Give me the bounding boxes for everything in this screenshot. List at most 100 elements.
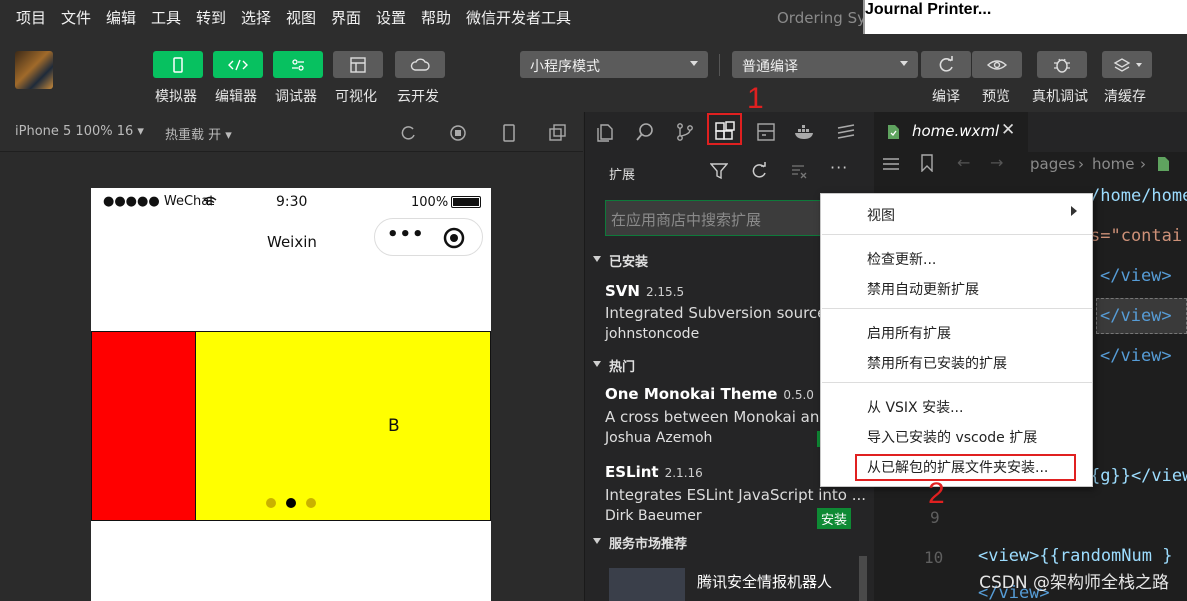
menu-settings[interactable]: 设置 bbox=[376, 7, 406, 28]
refresh-icon[interactable] bbox=[399, 124, 417, 142]
extension-author: Dirk Baeumer bbox=[605, 508, 702, 524]
ctx-disable-auto-update[interactable]: 禁用自动更新扩展 bbox=[867, 279, 979, 299]
menu-project[interactable]: 项目 bbox=[16, 7, 46, 28]
swiper-dot[interactable] bbox=[266, 498, 276, 508]
debugger-toggle-button[interactable] bbox=[273, 51, 323, 78]
extension-name[interactable]: One Monokai Theme 0.5.0 bbox=[605, 385, 814, 403]
filter-icon[interactable] bbox=[710, 162, 728, 180]
window-title: Ordering Sy bbox=[777, 9, 866, 27]
cloud-dev-label: 云开发 bbox=[397, 89, 439, 105]
storage-icon[interactable] bbox=[756, 122, 776, 142]
extension-name-text: SVN bbox=[605, 282, 640, 300]
compile-select-value: 普通编译 bbox=[742, 59, 798, 75]
ctx-enable-all[interactable]: 启用所有扩展 bbox=[867, 323, 951, 343]
ctx-disable-all-installed[interactable]: 禁用所有已安装的扩展 bbox=[867, 353, 1007, 373]
back-icon[interactable]: ← bbox=[957, 153, 970, 172]
code-line: s="contai bbox=[1090, 226, 1183, 246]
visual-label: 可视化 bbox=[335, 89, 377, 105]
clear-cache-button[interactable] bbox=[1102, 51, 1152, 78]
swiper-slide-label: B bbox=[388, 416, 400, 436]
source-control-icon[interactable] bbox=[675, 122, 695, 142]
sliders-icon bbox=[292, 58, 304, 71]
install-button[interactable]: 安装 bbox=[817, 508, 852, 529]
forward-icon[interactable]: → bbox=[990, 153, 1003, 172]
panel-scrollbar[interactable] bbox=[859, 556, 867, 601]
breadcrumb-item[interactable]: home bbox=[1092, 155, 1135, 173]
remote-debug-button[interactable] bbox=[1037, 51, 1087, 78]
menu-view[interactable]: 视图 bbox=[286, 7, 316, 28]
code-line: {g}}</view bbox=[1090, 466, 1187, 486]
avatar[interactable] bbox=[15, 51, 53, 89]
mode-select[interactable]: 小程序模式 bbox=[520, 51, 708, 78]
popout-icon[interactable] bbox=[549, 124, 567, 142]
swiper-dot-active[interactable] bbox=[286, 498, 296, 508]
bookmark-icon[interactable] bbox=[920, 154, 934, 172]
cloud-dev-button[interactable] bbox=[395, 51, 445, 78]
status-carrier: ●●●●● WeChat bbox=[103, 194, 215, 209]
menu-goto[interactable]: 转到 bbox=[196, 7, 226, 28]
chevron-right-icon: › bbox=[1078, 155, 1084, 173]
compile-select[interactable]: 普通编译 bbox=[732, 51, 918, 78]
simulator-toggle-button[interactable] bbox=[153, 51, 203, 78]
compile-button[interactable] bbox=[921, 51, 971, 78]
extension-name[interactable]: SVN 2.15.5 bbox=[605, 282, 684, 300]
hot-reload-toggle[interactable]: 热重载 开 ▾ bbox=[165, 124, 232, 143]
breadcrumb-item[interactable]: pages bbox=[1030, 155, 1075, 173]
hot-reload-value: 热重载 开 bbox=[165, 128, 222, 143]
more-icon[interactable]: ••• bbox=[387, 224, 425, 245]
swiper[interactable]: B bbox=[91, 331, 491, 521]
search-icon[interactable] bbox=[635, 122, 655, 142]
close-mini-program-icon[interactable] bbox=[443, 227, 465, 249]
preview-button[interactable] bbox=[972, 51, 1022, 78]
ctx-check-updates[interactable]: 检查更新... bbox=[867, 249, 936, 269]
nav-title: Weixin bbox=[267, 233, 317, 251]
stop-icon[interactable] bbox=[449, 124, 467, 142]
extensions-highlight bbox=[707, 113, 742, 145]
more-actions-icon[interactable]: ··· bbox=[830, 158, 848, 177]
menu-capsule[interactable]: ••• bbox=[374, 218, 483, 256]
chevron-right-icon: › bbox=[1140, 155, 1146, 173]
menu-tools[interactable]: 工具 bbox=[151, 7, 181, 28]
phone-screen[interactable]: ●●●●● WeChat 9:30 100% Weixin ••• B bbox=[91, 188, 491, 601]
menu-help[interactable]: 帮助 bbox=[421, 7, 451, 28]
menu-select[interactable]: 选择 bbox=[241, 7, 271, 28]
close-icon[interactable]: ✕ bbox=[1001, 120, 1015, 140]
ctx-import-vscode-extensions[interactable]: 导入已安装的 vscode 扩展 bbox=[867, 427, 1037, 447]
phone-icon[interactable] bbox=[500, 124, 518, 142]
extension-author: Joshua Azemoh bbox=[605, 430, 713, 446]
journal-printer-title: Journal Printer... bbox=[865, 1, 992, 18]
extension-author: johnstoncode bbox=[605, 326, 700, 342]
list-icon[interactable] bbox=[882, 156, 900, 172]
menu-file[interactable]: 文件 bbox=[61, 7, 91, 28]
extension-name[interactable]: ESLint 2.1.16 bbox=[605, 463, 703, 481]
menu-wechat-devtools[interactable]: 微信开发者工具 bbox=[466, 7, 571, 28]
line-number: 10 bbox=[924, 548, 944, 567]
section-market[interactable]: 服务市场推荐 bbox=[585, 529, 874, 553]
editor-label: 编辑器 bbox=[215, 89, 257, 105]
mode-select-value: 小程序模式 bbox=[530, 59, 600, 75]
swiper-slide-a bbox=[92, 332, 196, 520]
status-battery: 100% bbox=[411, 195, 449, 210]
visual-toggle-button[interactable] bbox=[333, 51, 383, 78]
ctx-view[interactable]: 视图 bbox=[867, 205, 895, 225]
compile-label: 编译 bbox=[932, 89, 960, 105]
refresh-icon[interactable] bbox=[750, 162, 768, 180]
battery-icon bbox=[451, 196, 481, 208]
explorer-icon[interactable] bbox=[595, 122, 615, 142]
device-select[interactable]: iPhone 5 100% 16 ▾ bbox=[15, 124, 144, 139]
menu-separator bbox=[822, 308, 1092, 309]
market-item-thumbnail[interactable] bbox=[609, 568, 685, 601]
extension-search-input[interactable]: 在应用商店中搜索扩展 bbox=[605, 200, 853, 236]
swiper-dot[interactable] bbox=[306, 498, 316, 508]
device-select-value: iPhone 5 100% 16 bbox=[15, 124, 134, 139]
stack-icon[interactable] bbox=[835, 122, 857, 142]
menu-interface[interactable]: 界面 bbox=[331, 7, 361, 28]
market-item-name[interactable]: 腾讯安全情报机器人 bbox=[697, 571, 832, 592]
docker-icon[interactable] bbox=[793, 121, 817, 143]
editor-toggle-button[interactable] bbox=[213, 51, 263, 78]
extension-version: 2.15.5 bbox=[645, 285, 685, 299]
tab-home-wxml[interactable]: home.wxml ✕ bbox=[874, 112, 1028, 152]
menu-edit[interactable]: 编辑 bbox=[106, 7, 136, 28]
ctx-install-from-vsix[interactable]: 从 VSIX 安装... bbox=[867, 397, 963, 417]
clear-all-icon[interactable] bbox=[790, 162, 808, 180]
